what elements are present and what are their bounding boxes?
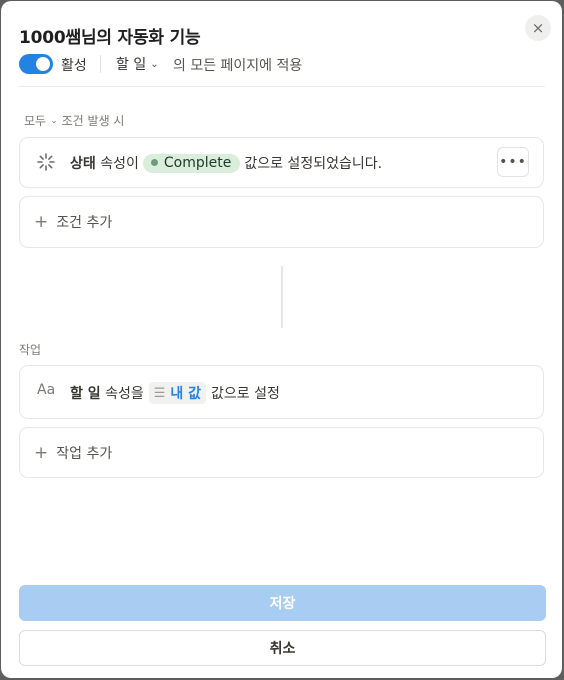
close-icon: × (531, 19, 545, 37)
trigger-text-after: 값으로 설정되었습니다. (244, 156, 383, 172)
scope-property-label: 할 일 (116, 57, 147, 73)
plus-icon: + (34, 442, 49, 463)
status-value-pill[interactable]: Complete (142, 153, 241, 173)
text-lines-icon: ☰ (153, 385, 166, 401)
divider (100, 55, 101, 73)
text-property-icon: Aa (37, 382, 56, 398)
add-trigger-button[interactable]: + 조건 추가 (19, 196, 544, 248)
action-description: 할 일 속성을 ☰ 내 값 값으로 설정 (70, 382, 280, 404)
action-property: 할 일 (70, 386, 101, 402)
status-value-label: Complete (163, 154, 232, 171)
trigger-header: 모두 ⌄ 조건 발생 시 (24, 112, 124, 129)
trigger-property: 상태 (70, 156, 96, 172)
status-spinner-icon (37, 153, 55, 171)
scope-text: 의 모든 페이지에 적용 (173, 58, 303, 74)
actions-header: 작업 (19, 343, 42, 357)
add-action-button[interactable]: + 작업 추가 (19, 427, 544, 478)
action-text-before: 속성을 (105, 386, 144, 402)
active-label: 활성 (61, 58, 87, 74)
action-value-label: 내 값 (170, 386, 202, 402)
save-button[interactable]: 저장 (19, 585, 546, 621)
header-divider (19, 86, 545, 87)
more-options-button[interactable]: ••• (497, 147, 529, 177)
close-button[interactable]: × (525, 15, 551, 41)
trigger-header-label: 조건 발생 시 (61, 114, 125, 128)
automation-dialog: 1000쌤님의 자동화 기능 × 활성 할 일 ⌄ 의 모든 페이지에 적용 모… (1, 1, 562, 678)
trigger-description: 상태 속성이 Complete 값으로 설정되었습니다. (70, 153, 382, 173)
active-toggle[interactable] (19, 54, 53, 74)
dialog-title: 1000쌤님의 자동화 기능 (19, 28, 201, 48)
cancel-button[interactable]: 취소 (19, 630, 546, 666)
action-text-after: 값으로 설정 (211, 386, 280, 402)
flow-connector (281, 266, 283, 328)
add-trigger-label: 조건 추가 (56, 215, 113, 231)
trigger-text-before: 속성이 (100, 156, 139, 172)
chevron-down-icon: ⌄ (150, 58, 159, 70)
add-action-label: 작업 추가 (56, 446, 113, 462)
action-value-chip[interactable]: ☰ 내 값 (148, 382, 207, 404)
add-trigger-row: + 조건 추가 (34, 212, 112, 232)
more-icon: ••• (499, 154, 527, 170)
scope-property-dropdown[interactable]: 할 일 ⌄ (116, 54, 159, 74)
add-action-row: + 작업 추가 (34, 443, 112, 463)
chevron-down-icon[interactable]: ⌄ (50, 116, 58, 126)
plus-icon: + (34, 211, 49, 232)
status-dot-icon (150, 159, 158, 166)
action-card[interactable]: Aa 할 일 속성을 ☰ 내 값 값으로 설정 (19, 365, 544, 419)
trigger-mode-dropdown[interactable]: 모두 (24, 112, 46, 129)
trigger-card[interactable]: 상태 속성이 Complete 값으로 설정되었습니다. ••• (19, 137, 544, 188)
toggle-knob (36, 57, 50, 71)
